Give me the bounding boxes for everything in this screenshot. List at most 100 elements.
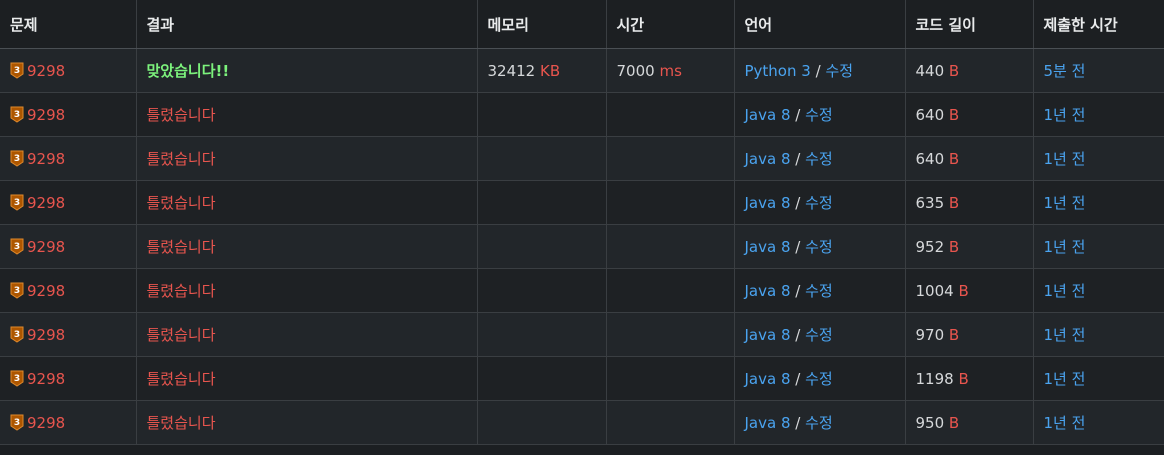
submitted-time-link[interactable]: 1년 전: [1044, 150, 1086, 168]
separator: /: [795, 326, 801, 344]
edit-link[interactable]: 수정: [805, 238, 833, 256]
separator: /: [795, 238, 801, 256]
problem-link[interactable]: 9298: [27, 106, 65, 124]
code-length-cell: 640 B: [905, 136, 1034, 181]
bronze-3-tier-icon: 3: [10, 414, 24, 431]
code-length-unit: B: [958, 281, 969, 300]
submitted-time-link[interactable]: 1년 전: [1044, 106, 1086, 124]
table-row: 3 9298 틀렸습니다 Java 8 / 수정 950 B 1년 전: [0, 400, 1164, 445]
language-cell: Java 8 / 수정: [734, 268, 906, 313]
code-length-unit: B: [948, 61, 960, 80]
language-link[interactable]: Java 8: [745, 150, 791, 168]
language-link[interactable]: Python 3: [745, 62, 811, 80]
problem-link[interactable]: 9298: [27, 326, 65, 344]
language-link[interactable]: Java 8: [745, 414, 791, 432]
result-text[interactable]: 틀렸습니다: [147, 150, 216, 168]
language-link[interactable]: Java 8: [745, 194, 791, 212]
submitted-time-link[interactable]: 1년 전: [1044, 194, 1086, 212]
bronze-3-tier-icon: 3: [10, 370, 24, 387]
submitted-time-link[interactable]: 1년 전: [1044, 238, 1086, 256]
result-text[interactable]: 틀렸습니다: [147, 238, 216, 256]
table-body: 3 9298 맞았습니다!! 32412 KB 7000 ms Python 3…: [0, 48, 1164, 445]
submitted-time-link[interactable]: 1년 전: [1044, 414, 1086, 432]
header-code-length: 코드 길이: [905, 0, 1034, 49]
language-link[interactable]: Java 8: [745, 282, 791, 300]
header-time: 시간: [606, 0, 735, 49]
edit-link[interactable]: 수정: [805, 370, 833, 388]
result-text[interactable]: 틀렸습니다: [147, 106, 216, 124]
table-row: 3 9298 맞았습니다!! 32412 KB 7000 ms Python 3…: [0, 48, 1164, 93]
submitted-time-link[interactable]: 1년 전: [1044, 326, 1086, 344]
language-cell: Java 8 / 수정: [734, 400, 906, 445]
language-cell: Java 8 / 수정: [734, 92, 906, 137]
submitted-time-cell: 1년 전: [1033, 224, 1164, 269]
edit-link[interactable]: 수정: [805, 194, 833, 212]
submitted-time-cell: 5분 전: [1033, 48, 1164, 93]
code-length-unit: B: [948, 105, 960, 124]
table-row: 3 9298 틀렸습니다 Java 8 / 수정 640 B 1년 전: [0, 92, 1164, 137]
svg-text:3: 3: [14, 374, 20, 384]
result-text[interactable]: 맞았습니다!!: [147, 62, 230, 80]
language-link[interactable]: Java 8: [745, 370, 791, 388]
header-submitted-time: 제출한 시간: [1033, 0, 1164, 49]
edit-link[interactable]: 수정: [805, 282, 833, 300]
memory-cell: [477, 224, 607, 269]
submission-status-panel: 문제 결과 메모리 시간 언어 코드 길이 제출한 시간 3 9298 맞았습니…: [0, 0, 1164, 455]
edit-link[interactable]: 수정: [805, 414, 833, 432]
result-text[interactable]: 틀렸습니다: [147, 282, 216, 300]
table-row: 3 9298 틀렸습니다 Java 8 / 수정 635 B 1년 전: [0, 180, 1164, 225]
edit-link[interactable]: 수정: [825, 62, 853, 80]
memory-cell: [477, 356, 607, 401]
result-cell: 틀렸습니다: [136, 312, 478, 357]
language-cell: Java 8 / 수정: [734, 224, 906, 269]
separator: /: [795, 194, 801, 212]
problem-link[interactable]: 9298: [27, 238, 65, 256]
table-row: 3 9298 틀렸습니다 Java 8 / 수정 970 B 1년 전: [0, 312, 1164, 357]
result-text[interactable]: 틀렸습니다: [147, 414, 216, 432]
header-row: 문제 결과 메모리 시간 언어 코드 길이 제출한 시간: [0, 0, 1164, 49]
result-cell: 틀렸습니다: [136, 268, 478, 313]
separator: /: [795, 150, 801, 168]
table-row: 3 9298 틀렸습니다 Java 8 / 수정 952 B 1년 전: [0, 224, 1164, 269]
code-length-unit: B: [958, 369, 969, 388]
language-link[interactable]: Java 8: [745, 326, 791, 344]
language-link[interactable]: Java 8: [745, 238, 791, 256]
result-cell: 틀렸습니다: [136, 400, 478, 445]
edit-link[interactable]: 수정: [805, 326, 833, 344]
table-row: 3 9298 틀렸습니다 Java 8 / 수정 1004 B 1년 전: [0, 268, 1164, 313]
problem-cell: 3 9298: [0, 312, 137, 357]
submitted-time-link[interactable]: 5분 전: [1044, 62, 1086, 80]
time-cell: [606, 224, 735, 269]
problem-link[interactable]: 9298: [27, 414, 65, 432]
problem-cell: 3 9298: [0, 224, 137, 269]
submitted-time-cell: 1년 전: [1033, 400, 1164, 445]
time-cell: [606, 312, 735, 357]
problem-link[interactable]: 9298: [27, 282, 65, 300]
language-cell: Java 8 / 수정: [734, 136, 906, 181]
result-text[interactable]: 틀렸습니다: [147, 194, 216, 212]
memory-unit: KB: [540, 61, 561, 80]
code-length-cell: 635 B: [905, 180, 1034, 225]
problem-link[interactable]: 9298: [27, 194, 65, 212]
separator: /: [795, 106, 801, 124]
language-link[interactable]: Java 8: [745, 106, 791, 124]
code-length-value: 1198: [915, 369, 954, 388]
bronze-3-tier-icon: 3: [10, 326, 24, 343]
submitted-time-cell: 1년 전: [1033, 356, 1164, 401]
language-cell: Python 3 / 수정: [734, 48, 906, 93]
language-cell: Java 8 / 수정: [734, 180, 906, 225]
problem-link[interactable]: 9298: [27, 370, 65, 388]
svg-text:3: 3: [14, 110, 20, 120]
submitted-time-link[interactable]: 1년 전: [1044, 370, 1086, 388]
code-length-cell: 1004 B: [905, 268, 1034, 313]
table-row: 3 9298 틀렸습니다 Java 8 / 수정 640 B 1년 전: [0, 136, 1164, 181]
problem-cell: 3 9298: [0, 136, 137, 181]
result-text[interactable]: 틀렸습니다: [147, 326, 216, 344]
svg-text:3: 3: [14, 330, 20, 340]
edit-link[interactable]: 수정: [805, 106, 833, 124]
result-text[interactable]: 틀렸습니다: [147, 370, 216, 388]
submitted-time-link[interactable]: 1년 전: [1044, 282, 1086, 300]
problem-link[interactable]: 9298: [27, 62, 65, 80]
edit-link[interactable]: 수정: [805, 150, 833, 168]
problem-link[interactable]: 9298: [27, 150, 65, 168]
